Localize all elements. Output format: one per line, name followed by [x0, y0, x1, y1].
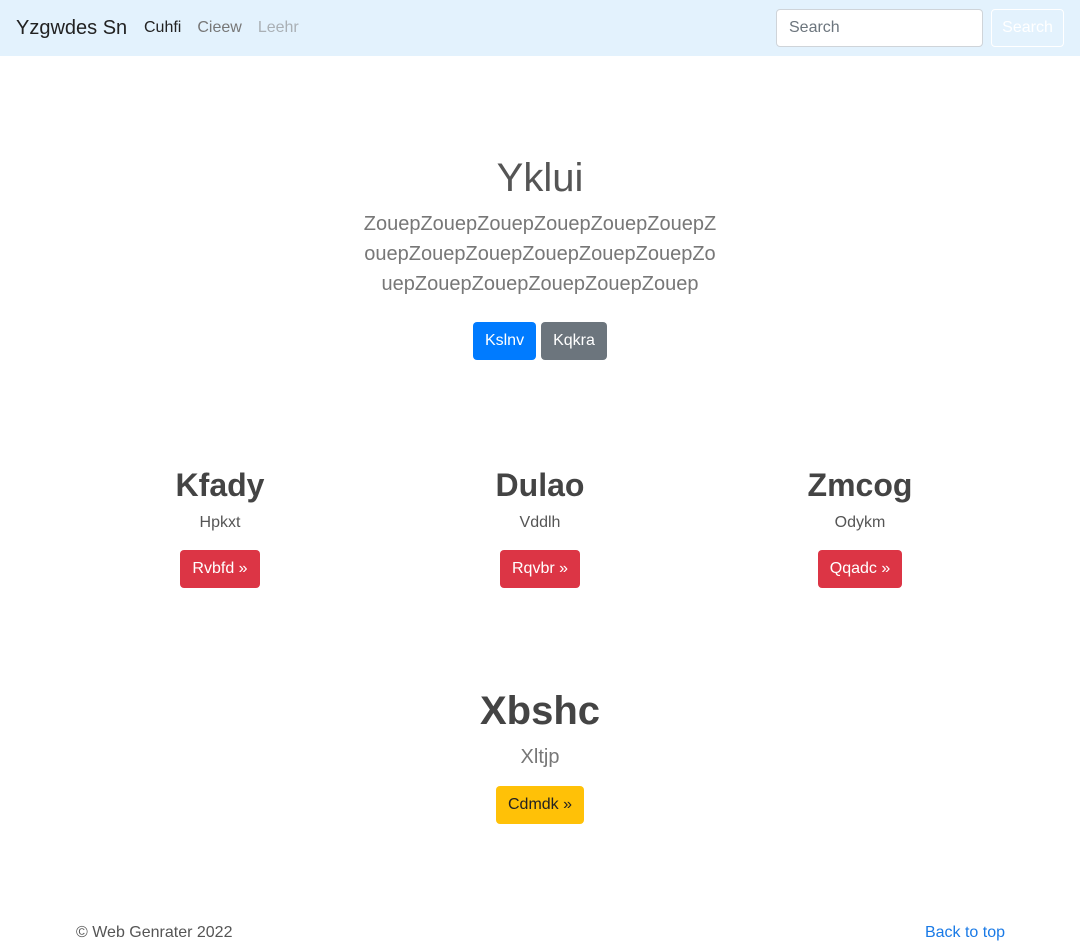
hero-secondary-button[interactable]: Kqkra	[541, 322, 607, 360]
hero-lead: ZouepZouepZouepZouepZouepZouepZouepZouep…	[363, 213, 717, 295]
nav-link-cieew[interactable]: Cieew	[197, 19, 241, 37]
navbar: Yzgwdes Sn Cuhfi Cieew Leehr Search	[0, 0, 1080, 56]
feature-button[interactable]: Qqadc »	[818, 550, 902, 588]
copyright-text: © Web Genrater 2022	[76, 924, 233, 941]
feature-title: Kfady	[175, 467, 265, 503]
feature-button[interactable]: Rqvbr »	[500, 550, 580, 588]
hero-primary-button[interactable]: Kslnv	[473, 322, 536, 360]
feature-text: Hpkxt	[199, 514, 241, 531]
feature-title: Zmcog	[807, 467, 913, 503]
nav-link-cuhfi[interactable]: Cuhfi	[144, 19, 181, 37]
search-button[interactable]: Search	[991, 9, 1064, 47]
feature-text: Odykm	[834, 514, 886, 531]
promo-button[interactable]: Cdmdk »	[496, 786, 584, 824]
navbar-brand[interactable]: Yzgwdes Sn	[16, 17, 127, 39]
feature-text: Vddlh	[519, 514, 561, 531]
back-to-top-link[interactable]: Back to top	[925, 923, 1005, 943]
promo-title: Xbshc	[479, 689, 601, 733]
hero-title: Yklui	[496, 156, 584, 200]
nav-links: Cuhfi Cieew Leehr	[144, 19, 299, 37]
search-input[interactable]	[776, 9, 983, 47]
nav-link-leehr: Leehr	[257, 19, 299, 36]
promo-lead: Xltjp	[520, 746, 560, 768]
feature-title: Dulao	[495, 467, 585, 503]
feature-button[interactable]: Rvbfd »	[180, 550, 260, 588]
